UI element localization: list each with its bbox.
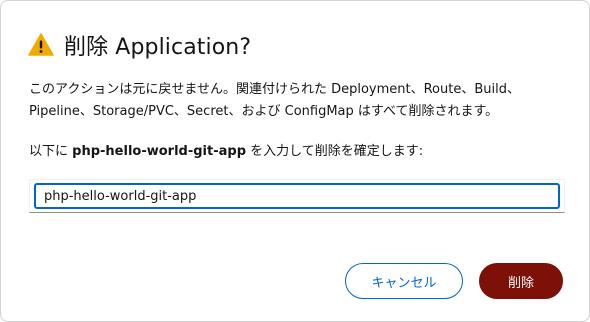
delete-button[interactable]: 削除 (479, 263, 563, 299)
delete-application-dialog: 削除 Application? このアクションは元に戻せません。関連付けられた … (0, 0, 590, 322)
confirm-prefix: 以下に (29, 144, 69, 159)
confirm-name-input[interactable] (34, 183, 560, 209)
dialog-footer: キャンセル 削除 (345, 263, 563, 299)
confirm-app-name: php-hello-world-git-app (72, 144, 246, 159)
confirm-input-wrapper (29, 179, 565, 213)
warning-triangle-icon (28, 32, 54, 58)
dialog-header: 削除 Application? (28, 29, 251, 61)
cancel-button[interactable]: キャンセル (345, 263, 463, 299)
dialog-title: 削除 Application? (64, 35, 252, 60)
dialog-description: このアクションは元に戻せません。関連付けられた Deployment、Route… (29, 82, 520, 119)
confirm-suffix: を入力して削除を確定します: (250, 144, 424, 159)
confirm-instruction: 以下に php-hello-world-git-app を入力して削除を確定しま… (29, 141, 569, 163)
